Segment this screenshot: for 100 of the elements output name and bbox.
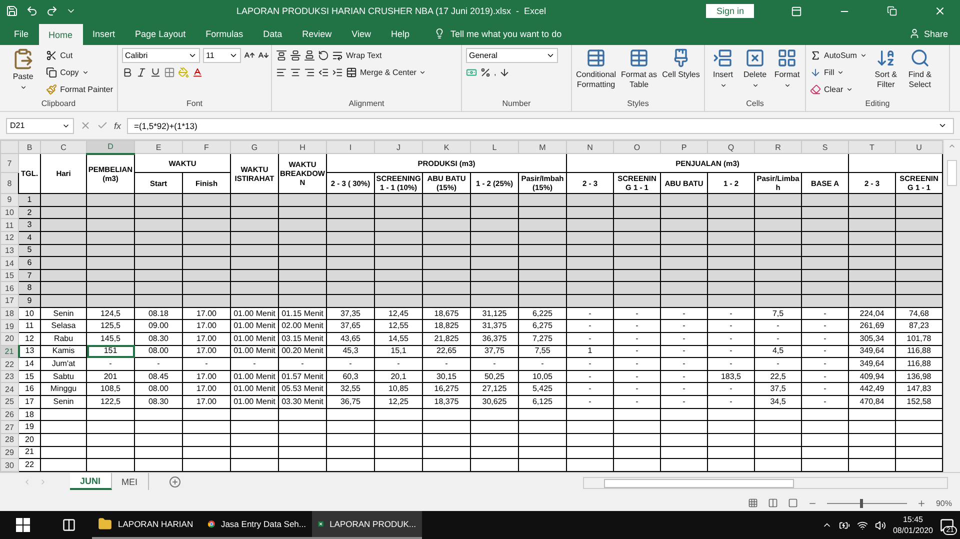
table-cell[interactable]: 136,98 xyxy=(896,370,942,383)
table-cell[interactable] xyxy=(40,206,86,219)
table-cell[interactable] xyxy=(230,244,278,257)
table-cell[interactable] xyxy=(614,294,660,308)
table-cell[interactable] xyxy=(422,244,470,257)
table-cell[interactable] xyxy=(470,282,518,295)
table-cell[interactable]: 12,45 xyxy=(374,307,422,320)
table-cell[interactable]: 02.00 Menit xyxy=(278,320,326,332)
table-cell[interactable] xyxy=(614,231,660,244)
font-size-field[interactable]: 11 xyxy=(203,48,241,63)
column-header[interactable]: S xyxy=(802,140,848,154)
table-cell[interactable] xyxy=(848,256,896,270)
number-format-field[interactable]: General xyxy=(466,48,558,63)
table-cell[interactable] xyxy=(40,433,86,446)
table-cell[interactable] xyxy=(422,194,470,206)
table-cell[interactable] xyxy=(134,218,182,232)
table-cell[interactable]: 18,675 xyxy=(422,307,470,320)
table-cell[interactable]: 261,69 xyxy=(848,320,896,332)
table-cell[interactable] xyxy=(86,194,134,206)
taskbar-app[interactable]: LAPORAN PRODUK... xyxy=(312,511,422,539)
table-cell[interactable]: - xyxy=(660,382,708,396)
table-cell[interactable]: 01.00 Menit xyxy=(230,345,278,358)
table-cell[interactable] xyxy=(802,420,848,434)
table-cell[interactable] xyxy=(754,420,802,434)
table-cell[interactable] xyxy=(86,408,134,421)
table-cell[interactable]: - xyxy=(614,307,660,320)
style-button[interactable]: Format as Table xyxy=(620,48,658,98)
table-cell[interactable] xyxy=(754,269,802,282)
menu-tab[interactable]: Help xyxy=(381,22,420,45)
table-cell[interactable] xyxy=(518,218,566,232)
fill-color-icon[interactable] xyxy=(178,65,189,80)
table-cell[interactable]: 30,15 xyxy=(422,370,470,383)
table-cell[interactable]: - xyxy=(374,358,422,370)
table-cell[interactable] xyxy=(374,256,422,270)
table-cell[interactable] xyxy=(422,458,470,472)
table-cell[interactable] xyxy=(374,446,422,459)
row-header[interactable]: 17 xyxy=(0,294,18,308)
table-cell[interactable] xyxy=(40,218,86,232)
table-cell[interactable] xyxy=(848,282,896,295)
row-header[interactable]: 22 xyxy=(0,358,18,370)
table-cell[interactable]: - xyxy=(708,396,754,408)
table-cell[interactable]: - xyxy=(660,358,708,370)
table-cell[interactable]: - xyxy=(182,358,230,370)
table-cell[interactable] xyxy=(708,194,754,206)
table-cell[interactable]: 17.00 xyxy=(182,345,230,358)
table-cell[interactable] xyxy=(566,408,614,421)
table-cell[interactable] xyxy=(422,433,470,446)
table-cell[interactable] xyxy=(182,206,230,219)
table-cell[interactable] xyxy=(278,446,326,459)
table-cell[interactable] xyxy=(374,433,422,446)
table-cell[interactable]: 08.30 xyxy=(134,332,182,346)
table-cell[interactable] xyxy=(278,218,326,232)
table-cell[interactable] xyxy=(230,231,278,244)
table-cell[interactable] xyxy=(40,244,86,257)
table-cell[interactable]: - xyxy=(566,370,614,383)
table-cell[interactable]: 36,75 xyxy=(326,396,374,408)
table-cell[interactable]: 32,55 xyxy=(326,382,374,396)
table-cell[interactable] xyxy=(40,408,86,421)
table-cell[interactable] xyxy=(754,282,802,295)
row-header[interactable]: 11 xyxy=(0,218,18,232)
column-header[interactable]: P xyxy=(660,140,708,154)
table-cell[interactable]: 101,78 xyxy=(896,332,942,346)
table-cell[interactable]: - xyxy=(614,382,660,396)
table-cell[interactable]: 34,5 xyxy=(754,396,802,408)
table-cell[interactable]: 147,83 xyxy=(896,382,942,396)
table-cell[interactable] xyxy=(518,420,566,434)
fill-button[interactable]: Fill xyxy=(810,65,867,80)
table-cell[interactable] xyxy=(422,269,470,282)
table-cell[interactable] xyxy=(518,269,566,282)
table-cell[interactable] xyxy=(518,206,566,219)
table-cell[interactable]: - xyxy=(754,320,802,332)
column-header[interactable]: O xyxy=(614,140,660,154)
table-cell[interactable] xyxy=(326,458,374,472)
table-cell[interactable] xyxy=(278,206,326,219)
table-cell[interactable] xyxy=(802,282,848,295)
table-cell[interactable] xyxy=(374,218,422,232)
table-cell[interactable] xyxy=(566,244,614,257)
table-cell[interactable]: 151 xyxy=(86,345,134,358)
table-cell[interactable]: - xyxy=(86,358,134,370)
table-cell[interactable]: - xyxy=(422,358,470,370)
table-cell[interactable] xyxy=(802,231,848,244)
volume-icon[interactable] xyxy=(874,520,886,530)
table-cell[interactable] xyxy=(326,218,374,232)
table-cell[interactable]: 7,55 xyxy=(518,345,566,358)
table-cell[interactable]: - xyxy=(326,358,374,370)
table-cell[interactable] xyxy=(896,194,942,206)
table-cell[interactable]: - xyxy=(708,382,754,396)
table-cell[interactable] xyxy=(134,294,182,308)
table-cell[interactable] xyxy=(518,194,566,206)
column-header[interactable]: U xyxy=(896,140,942,154)
table-cell[interactable] xyxy=(754,446,802,459)
table-cell[interactable] xyxy=(40,282,86,295)
tell-me-button[interactable]: Tell me what you want to do xyxy=(424,22,572,45)
table-cell[interactable] xyxy=(422,231,470,244)
table-cell[interactable]: 6,125 xyxy=(518,396,566,408)
table-cell[interactable]: - xyxy=(660,307,708,320)
table-cell[interactable]: - xyxy=(134,358,182,370)
menu-tab[interactable]: Insert xyxy=(82,22,126,45)
table-cell[interactable] xyxy=(848,433,896,446)
table-cell[interactable] xyxy=(326,294,374,308)
